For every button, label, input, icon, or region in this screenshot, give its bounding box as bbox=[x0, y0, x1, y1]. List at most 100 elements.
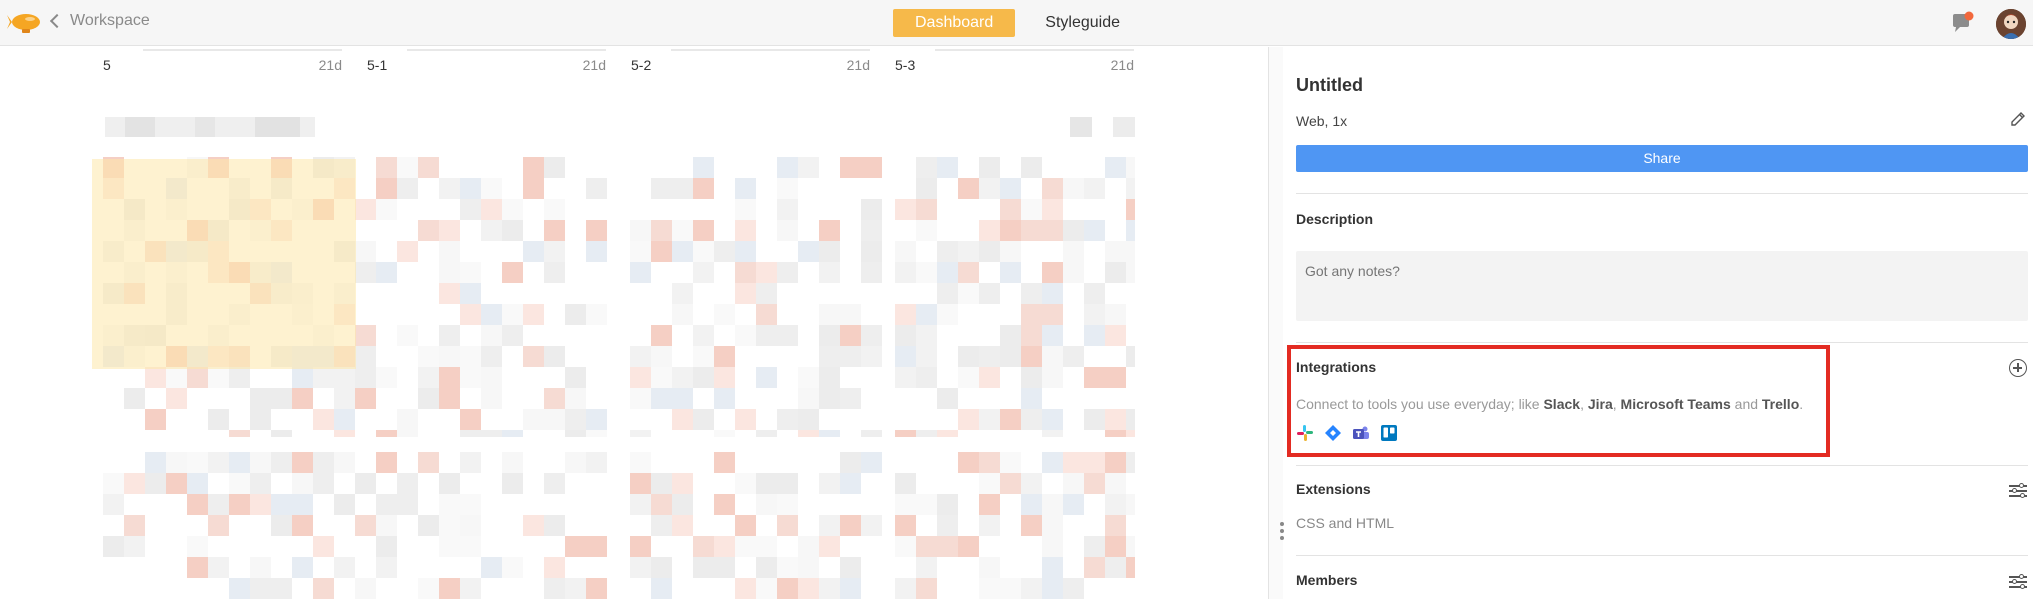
thumbnail-pixel bbox=[1105, 157, 1126, 178]
thumbnail-pixel bbox=[672, 304, 693, 325]
thumbnail-pixel bbox=[187, 430, 208, 437]
thumbnail-pixel bbox=[439, 536, 460, 557]
thumbnail-pixel bbox=[1021, 199, 1042, 220]
thumbnail-pixel bbox=[861, 388, 882, 409]
thumbnail-pixel bbox=[937, 536, 958, 557]
tab-styleguide[interactable]: Styleguide bbox=[1023, 9, 1142, 37]
thumbnail-pixel bbox=[439, 557, 460, 578]
selected-screen-thumbnail[interactable] bbox=[92, 159, 356, 369]
thumbnail-pixel bbox=[439, 578, 460, 599]
thumbnail-pixel bbox=[208, 452, 229, 473]
teams-name: Microsoft Teams bbox=[1620, 396, 1731, 412]
thumbnail-pixel bbox=[979, 157, 1000, 178]
thumbnail-pixel bbox=[1126, 199, 1135, 220]
board-header[interactable]: 5-1 21d bbox=[367, 47, 606, 77]
thumbnail-pixel bbox=[460, 178, 481, 199]
thumbnail-pixel bbox=[937, 199, 958, 220]
thumbnail-pixel bbox=[895, 241, 916, 262]
thumbnail-pixel bbox=[481, 515, 502, 536]
members-settings-icon[interactable] bbox=[2009, 573, 2027, 589]
board-name: 5-2 bbox=[631, 57, 652, 73]
panel-resize-divider[interactable] bbox=[1268, 47, 1283, 599]
thumbnail-pixel bbox=[397, 430, 418, 437]
thumbnail-pixel bbox=[958, 346, 979, 367]
board-header[interactable]: 5-2 21d bbox=[631, 47, 870, 77]
board-header[interactable]: 5 21d bbox=[103, 47, 342, 77]
thumbnail-pixel bbox=[651, 220, 672, 241]
trello-icon[interactable] bbox=[1380, 424, 1398, 442]
back-to-workspace-link[interactable]: Workspace bbox=[49, 12, 150, 30]
thumbnail-pixel bbox=[979, 283, 1000, 304]
thumbnail-pixel bbox=[979, 557, 1000, 578]
thumbnail-pixel bbox=[229, 388, 250, 409]
thumbnail-pixel bbox=[124, 473, 145, 494]
thumbnail-pixel bbox=[693, 367, 714, 388]
thumbnail-pixel bbox=[103, 494, 124, 515]
screen-thumbnail[interactable] bbox=[103, 452, 355, 599]
thumbnail-pixel bbox=[523, 409, 544, 430]
thumbnail-pixel bbox=[798, 283, 819, 304]
edit-pencil-icon[interactable] bbox=[2009, 110, 2027, 128]
thumbnail-pixel bbox=[916, 473, 937, 494]
thumbnail-pixel bbox=[756, 515, 777, 536]
thumbnail-pixel bbox=[895, 473, 916, 494]
thumbnail-pixel bbox=[1126, 157, 1135, 178]
board-header[interactable]: 5-3 21d bbox=[895, 47, 1134, 77]
thumbnail-pixel bbox=[544, 473, 565, 494]
thumbnail-pixel bbox=[798, 515, 819, 536]
thumbnail-pixel bbox=[418, 304, 439, 325]
screen-thumbnail[interactable] bbox=[630, 157, 882, 437]
thumbnail-pixel bbox=[439, 430, 460, 437]
thumbnail-pixel bbox=[271, 473, 292, 494]
thumbnail-pixel bbox=[714, 220, 735, 241]
thumbnail-pixel bbox=[630, 494, 651, 515]
thumbnail-pixel bbox=[735, 262, 756, 283]
slack-icon[interactable] bbox=[1296, 424, 1314, 442]
thumbnail-pixel bbox=[1042, 452, 1063, 473]
thumbnail-pixel bbox=[187, 494, 208, 515]
thumbnail-pixel bbox=[735, 346, 756, 367]
screen-thumbnail[interactable] bbox=[355, 452, 607, 599]
thumbnail-pixel bbox=[481, 578, 502, 599]
thumbnail-pixel bbox=[1084, 409, 1105, 430]
thumbnail-pixel bbox=[355, 473, 376, 494]
thumbnail-pixel bbox=[1000, 178, 1021, 199]
thumbnail-pixel bbox=[481, 409, 502, 430]
thumbnail-pixel bbox=[798, 346, 819, 367]
thumbnail-pixel bbox=[895, 157, 916, 178]
thumbnail-pixel bbox=[292, 367, 313, 388]
thumbnail-pixel bbox=[798, 304, 819, 325]
screen-thumbnail[interactable] bbox=[895, 157, 1135, 437]
zeppelin-logo-icon[interactable] bbox=[6, 8, 42, 38]
screen-thumbnail[interactable] bbox=[355, 157, 607, 437]
thumbnail-pixel bbox=[1105, 388, 1126, 409]
thumbnail-pixel bbox=[397, 262, 418, 283]
thumbnail-pixel bbox=[958, 283, 979, 304]
extensions-settings-icon[interactable] bbox=[2009, 482, 2027, 498]
thumbnail-pixel bbox=[334, 409, 355, 430]
thumbnail-pixel bbox=[229, 557, 250, 578]
description-notes-input[interactable] bbox=[1296, 251, 2028, 321]
thumbnail-pixel bbox=[958, 473, 979, 494]
tab-dashboard[interactable]: Dashboard bbox=[893, 9, 1016, 37]
thumbnail-pixel bbox=[103, 452, 124, 473]
thumbnail-pixel bbox=[397, 199, 418, 220]
thumbnail-pixel bbox=[439, 157, 460, 178]
screen-thumbnail[interactable] bbox=[630, 452, 882, 599]
thumbnail-pixel bbox=[916, 452, 937, 473]
notification-icon[interactable] bbox=[1950, 11, 1974, 35]
thumbnail-pixel bbox=[502, 199, 523, 220]
thumbnail-pixel bbox=[777, 452, 798, 473]
thumbnail-pixel bbox=[124, 388, 145, 409]
teams-icon[interactable] bbox=[1352, 424, 1370, 442]
thumbnail-pixel bbox=[355, 178, 376, 199]
thumbnail-pixel bbox=[523, 515, 544, 536]
jira-icon[interactable] bbox=[1324, 424, 1342, 442]
user-avatar[interactable] bbox=[1996, 9, 2026, 39]
share-button[interactable]: Share bbox=[1296, 145, 2028, 172]
screen-thumbnail[interactable] bbox=[895, 452, 1135, 599]
thumbnail-pixel bbox=[376, 430, 397, 437]
add-integration-icon[interactable] bbox=[2009, 359, 2027, 377]
thumbnail-pixel bbox=[1126, 536, 1135, 557]
thumbnail-pixel bbox=[1063, 325, 1084, 346]
